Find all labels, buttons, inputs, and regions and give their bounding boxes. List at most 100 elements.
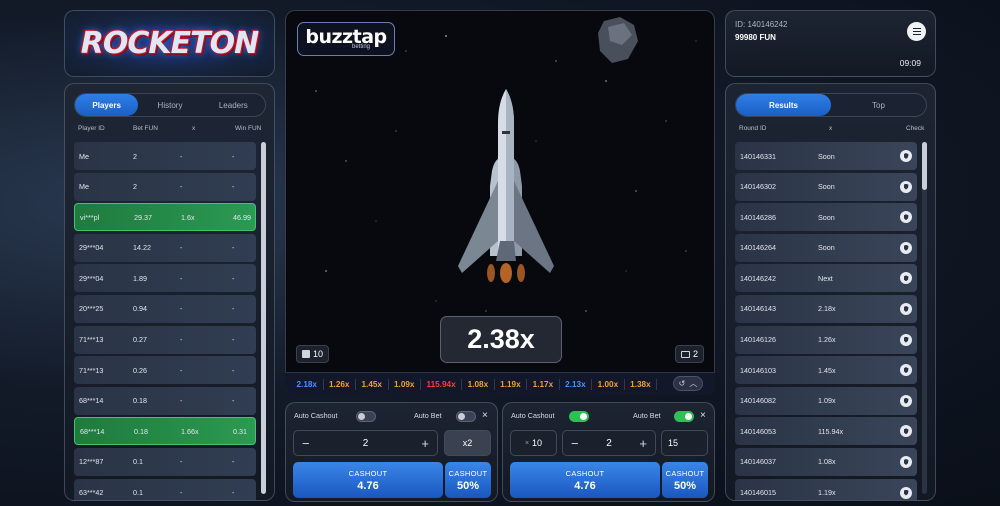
minus-button[interactable]: −: [302, 436, 310, 451]
close-icon[interactable]: ×: [700, 410, 706, 421]
col-x: x: [829, 125, 833, 132]
auto-rounds-input[interactable]: 15: [661, 430, 708, 456]
result-row[interactable]: 140146053 115.94x: [735, 417, 917, 446]
round-id: 140146302: [740, 182, 776, 192]
history-multiplier: 1.08x: [462, 378, 495, 390]
cashout-half-value: 50%: [456, 479, 480, 492]
results-scroll-thumb[interactable]: [922, 142, 927, 190]
bet-amount-value: 2: [606, 437, 612, 449]
cashout-value: 4.76: [574, 479, 596, 492]
menu-icon-line: [912, 27, 921, 29]
shield-icon[interactable]: [900, 211, 912, 224]
shield-icon[interactable]: [900, 272, 912, 285]
balance-value: 99980 FUN: [735, 33, 776, 42]
tab-history[interactable]: History: [138, 94, 201, 116]
cashout-button[interactable]: CASHOUT 4.76: [510, 462, 660, 498]
bet-amount-stepper[interactable]: − 2 +: [293, 430, 438, 456]
shield-icon[interactable]: [900, 241, 912, 254]
auto-bet-label: Auto Bet: [633, 411, 661, 420]
tab-leaders[interactable]: Leaders: [202, 94, 265, 116]
player-row: 29***04 1.89 - -: [74, 264, 256, 293]
bets-count-badge: 2: [674, 345, 704, 363]
players-scrollbar[interactable]: [261, 142, 266, 494]
tab-players[interactable]: Players: [75, 94, 139, 116]
tab-top[interactable]: Top: [831, 94, 926, 116]
players-tabs: Players History Leaders: [74, 93, 266, 117]
player-row: Me 2 - -: [74, 172, 256, 201]
result-row[interactable]: 140146103 1.45x: [735, 356, 917, 385]
buzztap-brand: buzztap betting: [297, 22, 395, 56]
tab-results[interactable]: Results: [736, 94, 831, 116]
player-row: 20***25 0.94 - -: [74, 294, 256, 323]
players-scroll-thumb[interactable]: [261, 142, 266, 494]
result-row[interactable]: 140146082 1.09x: [735, 386, 917, 415]
cashout-half-button[interactable]: CASHOUT 50%: [445, 462, 491, 498]
result-row[interactable]: 140146302 Soon: [735, 172, 917, 201]
round-multiplier: 1.26x: [818, 335, 836, 345]
player-bet: 0.18: [133, 396, 147, 406]
result-row[interactable]: 140146126 1.26x: [735, 325, 917, 354]
auto-cashout-input[interactable]: × 10: [510, 430, 557, 456]
menu-icon-line: [912, 30, 921, 33]
player-multiplier: -: [180, 335, 183, 345]
shield-icon[interactable]: [900, 486, 912, 499]
auto-bet-toggle[interactable]: [674, 411, 694, 422]
player-bet: 0.1: [133, 488, 143, 498]
shield-icon[interactable]: [900, 302, 912, 315]
double-bet-button[interactable]: x2: [444, 430, 491, 456]
player-multiplier: -: [180, 182, 183, 192]
player-win: 0.31: [233, 426, 247, 436]
user-id: ID: 140146242: [735, 20, 788, 29]
auto-cashout-toggle[interactable]: [356, 411, 376, 422]
menu-button[interactable]: [907, 22, 926, 41]
auto-cashout-toggle[interactable]: [569, 411, 589, 422]
player-multiplier: -: [180, 396, 183, 406]
shield-icon[interactable]: [900, 364, 912, 377]
player-row: 12***87 0.1 - -: [74, 447, 256, 476]
player-win: -: [232, 396, 235, 406]
cashout-half-button[interactable]: CASHOUT 50%: [662, 462, 708, 498]
plus-button[interactable]: +: [421, 436, 429, 451]
result-row[interactable]: 140146286 Soon: [735, 203, 917, 232]
result-row[interactable]: 140146264 Soon: [735, 233, 917, 262]
auto-bet-toggle[interactable]: [456, 411, 476, 422]
close-icon[interactable]: ×: [482, 410, 488, 421]
history-multiplier: 115.94x: [421, 378, 463, 390]
players-list: Me 2 - - Me 2 - - vi***pl 29.37 1.6x 46.99 29***04 14…: [74, 142, 256, 500]
cashout-button[interactable]: CASHOUT 4.76: [293, 462, 443, 498]
round-id: 140146143: [740, 304, 776, 314]
history-multiplier: 1.26x: [324, 378, 356, 390]
player-multiplier: -: [180, 457, 183, 467]
result-row[interactable]: 140146331 Soon: [735, 142, 917, 170]
shield-icon[interactable]: [900, 333, 912, 346]
player-multiplier: -: [180, 243, 183, 253]
player-id: 71***13: [79, 335, 104, 345]
game-canvas: buzztap betting 2.38x 10 2: [285, 10, 715, 395]
player-multiplier: 1.66x: [181, 426, 199, 436]
result-row[interactable]: 140146037 1.08x: [735, 447, 917, 476]
player-row: 68***14 0.18 - -: [74, 386, 256, 415]
result-row[interactable]: 140146242 Next: [735, 264, 917, 293]
history-multiplier: 1.38x: [625, 378, 658, 390]
shield-icon[interactable]: [900, 455, 912, 468]
bet-amount-stepper[interactable]: − 2 +: [562, 430, 656, 456]
result-row[interactable]: 140146143 2.18x: [735, 294, 917, 323]
shield-icon[interactable]: [900, 150, 912, 162]
player-bet: 14.22: [133, 243, 151, 253]
player-win: -: [232, 365, 235, 375]
players-icon: [302, 350, 310, 358]
asteroid-icon: [598, 17, 638, 63]
shield-icon[interactable]: [900, 394, 912, 407]
round-id: 140146242: [740, 273, 776, 283]
player-id: 29***04: [79, 273, 104, 283]
result-row[interactable]: 140146015 1.19x: [735, 478, 917, 500]
shield-icon[interactable]: [900, 180, 912, 193]
minus-button[interactable]: −: [571, 436, 579, 451]
plus-button[interactable]: +: [639, 436, 647, 451]
bet-panel-2: Auto Cashout Auto Bet × × 10 − 2 + 15 CA…: [502, 402, 715, 502]
player-row: 63***42 0.1 - -: [74, 478, 256, 500]
history-expand-button[interactable]: ↺ ︿: [673, 376, 703, 391]
results-scrollbar[interactable]: [922, 142, 927, 494]
shield-icon[interactable]: [900, 425, 912, 438]
round-id: 140146286: [740, 212, 776, 222]
